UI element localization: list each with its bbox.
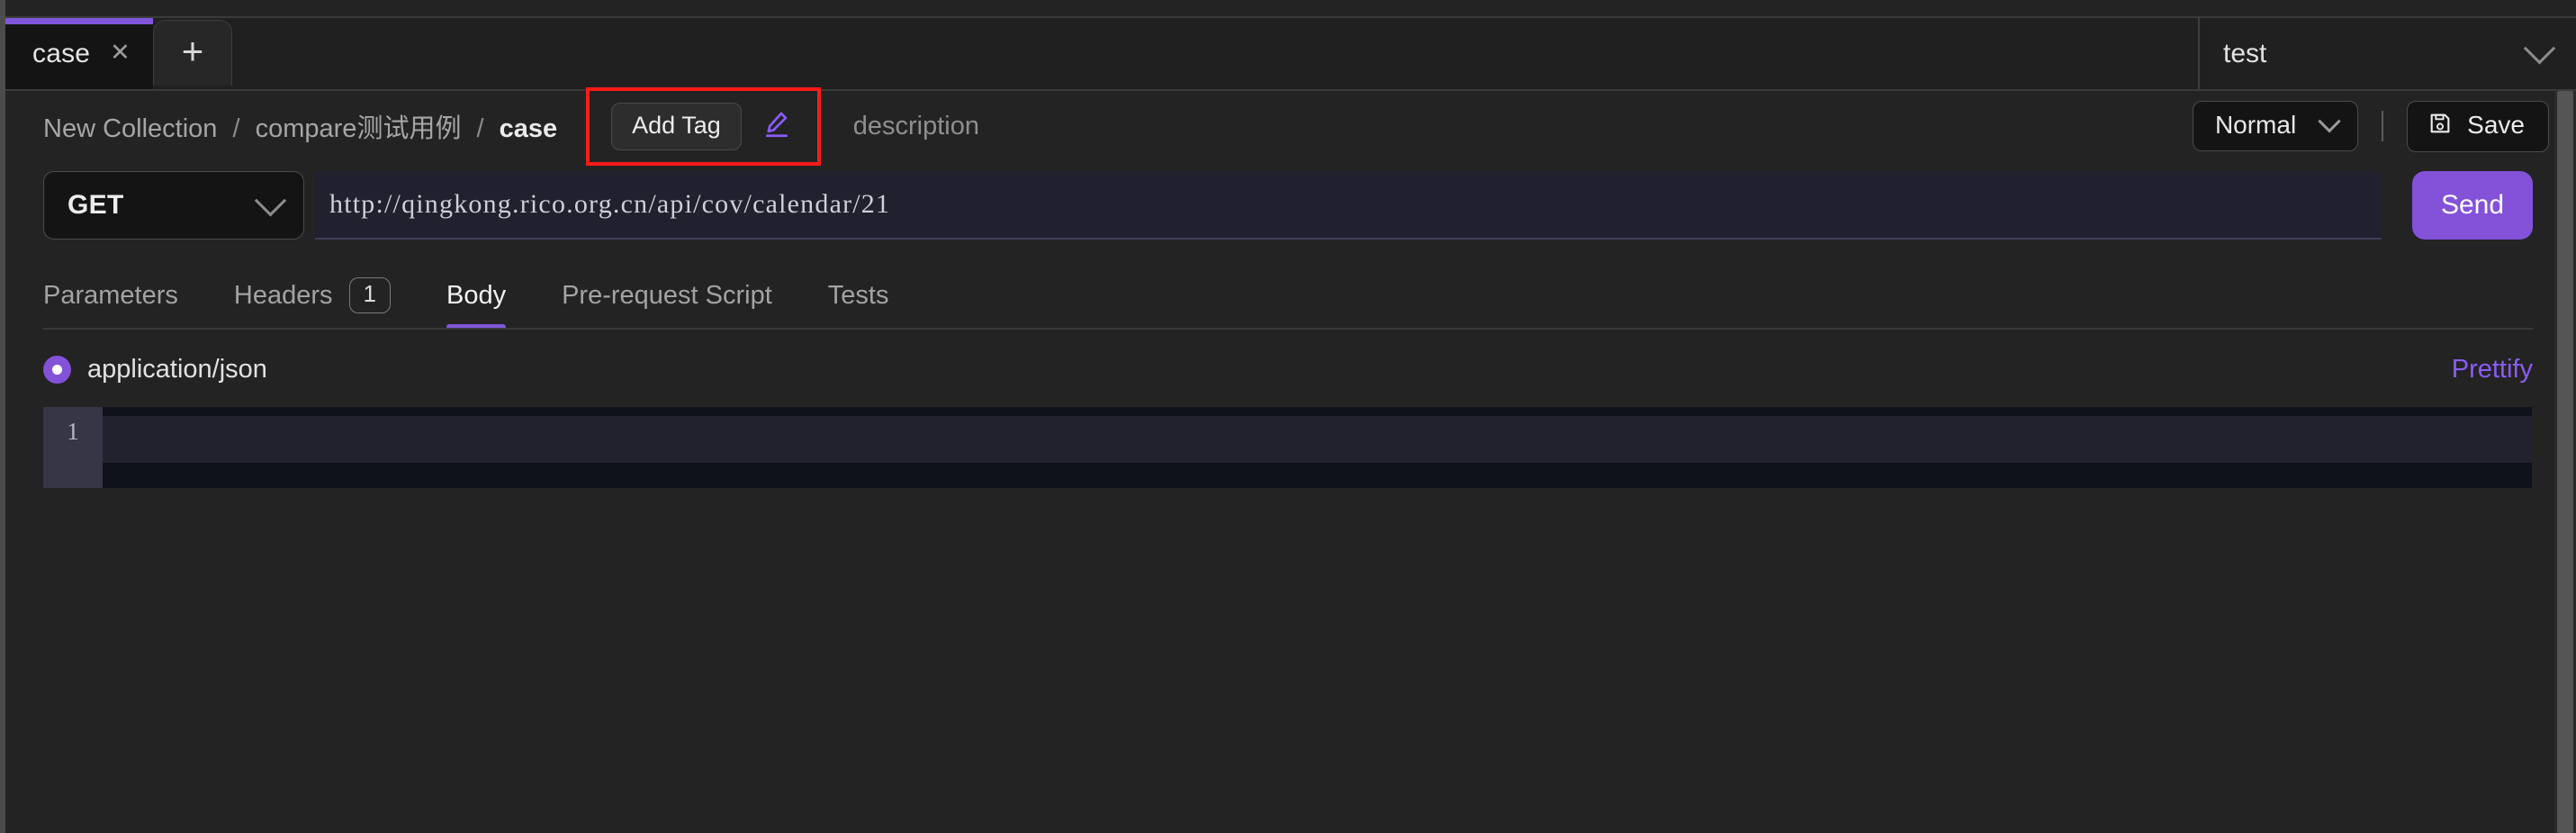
request-url-row: GET http://qingkong.rico.org.cn/api/cov/… <box>43 171 2533 240</box>
breadcrumb: New Collection / compare测试用例 / case <box>43 107 557 145</box>
editor-line-number-gutter: 1 <box>43 407 103 488</box>
body-content-type-row: application/json Prettify <box>43 337 2533 402</box>
http-method-label: GET <box>68 190 124 220</box>
editor-active-line-highlight <box>103 416 2532 463</box>
close-icon[interactable]: ✕ <box>110 41 131 65</box>
tab-strip-filler <box>1215 18 2198 89</box>
pencil-icon[interactable] <box>761 109 792 144</box>
vertical-scrollbar[interactable] <box>2554 91 2576 833</box>
environment-label: test <box>2223 38 2267 68</box>
section-tabs-underline <box>43 328 2533 330</box>
add-tag-highlight-box: Add Tag <box>586 86 821 166</box>
toolbar-divider <box>2382 111 2384 141</box>
tab-body[interactable]: Body <box>446 261 507 330</box>
request-mode-label: Normal <box>2214 111 2297 139</box>
tab-pre-request-script-label: Pre-request Script <box>562 280 772 310</box>
environment-selector[interactable]: test <box>2198 18 2576 89</box>
breadcrumb-separator: / <box>232 114 240 143</box>
prettify-button[interactable]: Prettify <box>2452 355 2533 385</box>
send-button[interactable]: Send <box>2412 171 2533 240</box>
save-button-label: Save <box>2467 111 2525 139</box>
chevron-down-icon <box>2318 110 2341 133</box>
save-button[interactable]: Save <box>2407 100 2549 152</box>
editor-line-number: 1 <box>67 418 79 445</box>
breadcrumb-item-folder[interactable]: compare测试用例 <box>256 114 462 143</box>
request-section-tabs: Parameters Headers 1 Body Pre-request Sc… <box>5 261 2576 330</box>
tab-tests[interactable]: Tests <box>828 261 889 330</box>
tab-label: case <box>32 38 91 68</box>
vertical-scrollbar-thumb[interactable] <box>2557 91 2573 833</box>
body-code-editor[interactable]: 1 <box>43 407 2532 488</box>
chevron-down-icon <box>254 184 287 217</box>
add-tag-button[interactable]: Add Tag <box>611 102 742 150</box>
breadcrumb-separator: / <box>476 114 484 143</box>
radio-dot <box>52 364 62 375</box>
tab-headers-label: Headers <box>233 280 333 310</box>
tab-parameters-label: Parameters <box>43 280 178 310</box>
url-text: http://qingkong.rico.org.cn/api/cov/cale… <box>329 189 891 219</box>
content-type-radio-application-json[interactable] <box>43 355 71 384</box>
content-type-label: application/json <box>87 354 267 384</box>
tab-body-label: Body <box>446 280 507 310</box>
tab-parameters[interactable]: Parameters <box>43 261 178 330</box>
headers-count-badge: 1 <box>348 277 391 313</box>
url-input[interactable]: http://qingkong.rico.org.cn/api/cov/cale… <box>315 171 2382 240</box>
tab-list: case ✕ + <box>5 18 1215 89</box>
tab-case[interactable]: case ✕ <box>5 18 153 89</box>
tab-headers[interactable]: Headers 1 <box>234 261 391 330</box>
editor-code-area[interactable] <box>103 407 2532 488</box>
plus-icon: + <box>181 30 204 72</box>
breadcrumb-row: New Collection / compare测试用例 / case Add … <box>5 86 2576 166</box>
chevron-down-icon <box>2523 32 2556 65</box>
request-editor-window: case ✕ + test New Collection / compare测试… <box>0 0 2576 833</box>
tab-pre-request-script[interactable]: Pre-request Script <box>562 261 772 330</box>
floppy-disk-icon <box>2427 111 2453 140</box>
http-method-select[interactable]: GET <box>43 171 304 240</box>
tab-strip: case ✕ + test <box>5 16 2576 91</box>
request-mode-select[interactable]: Normal <box>2192 101 2359 151</box>
tab-tests-label: Tests <box>827 280 889 310</box>
description-input[interactable]: description <box>853 112 979 141</box>
breadcrumb-item-collection[interactable]: New Collection <box>43 114 217 143</box>
new-tab-button[interactable]: + <box>153 20 232 86</box>
breadcrumb-item-current: case <box>499 114 558 143</box>
